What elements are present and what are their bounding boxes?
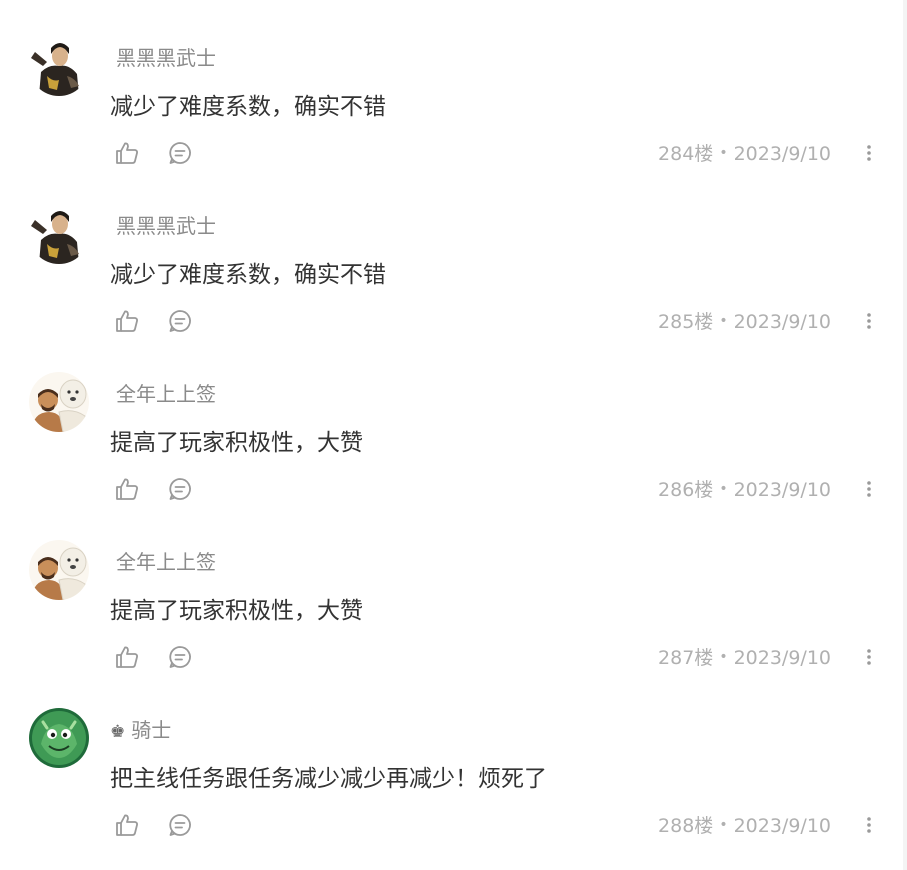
like-button[interactable] — [114, 476, 140, 502]
more-button[interactable] — [858, 309, 880, 335]
comment-meta: 284楼 • 2023/9/10 — [658, 141, 831, 169]
thumbs-up-icon — [116, 646, 138, 668]
comment-text: 提高了玩家积极性，大赞 — [110, 598, 363, 624]
comment-meta: 288楼 • 2023/9/10 — [658, 813, 831, 841]
username[interactable]: ♚ 骑士 — [110, 717, 171, 745]
separator-dot: • — [719, 313, 728, 329]
comment-icon — [169, 310, 191, 332]
more-button[interactable] — [858, 141, 880, 167]
reply-button[interactable] — [167, 308, 193, 334]
username-text: 骑士 — [131, 718, 172, 742]
comment-item: ♚ 骑士 把主线任务跟任务减少减少再减少！烦死了 288楼 • 2023/9/10 — [0, 672, 903, 840]
username[interactable]: 黑黑黑武士 — [110, 213, 216, 239]
like-button[interactable] — [114, 140, 140, 166]
comment-item: 全年上上签 提高了玩家积极性，大赞 286楼 • 2023/9/10 — [0, 336, 903, 504]
crown-icon: ♚ — [110, 722, 126, 742]
comment-icon — [169, 478, 191, 500]
like-button[interactable] — [114, 644, 140, 670]
comment-date: 2023/9/10 — [733, 479, 831, 501]
more-button[interactable] — [858, 813, 880, 839]
user-avatar[interactable] — [29, 708, 89, 768]
comment-item: 全年上上签 提高了玩家积极性，大赞 287楼 • 2023/9/10 — [0, 504, 903, 672]
user-avatar[interactable] — [29, 36, 89, 96]
comment-icon — [169, 814, 191, 836]
like-button[interactable] — [114, 812, 140, 838]
reply-button[interactable] — [167, 812, 193, 838]
more-vertical-icon — [867, 649, 871, 665]
floor-number: 286楼 — [658, 479, 714, 501]
comment-text: 把主线任务跟任务减少减少再减少！烦死了 — [110, 766, 547, 792]
reply-button[interactable] — [167, 644, 193, 670]
separator-dot: • — [719, 481, 728, 497]
more-vertical-icon — [867, 817, 871, 833]
thumbs-up-icon — [116, 814, 138, 836]
comment-text: 减少了难度系数，确实不错 — [110, 262, 386, 288]
comment-date: 2023/9/10 — [733, 143, 831, 165]
floor-number: 288楼 — [658, 815, 714, 837]
comment-icon — [169, 142, 191, 164]
username[interactable]: 全年上上签 — [110, 381, 216, 407]
thumbs-up-icon — [116, 310, 138, 332]
user-avatar[interactable] — [29, 540, 89, 600]
separator-dot: • — [719, 649, 728, 665]
separator-dot: • — [719, 817, 728, 833]
user-avatar[interactable] — [29, 372, 89, 432]
comment-text: 提高了玩家积极性，大赞 — [110, 430, 363, 456]
comment-text: 减少了难度系数，确实不错 — [110, 94, 386, 120]
comment-date: 2023/9/10 — [733, 311, 831, 333]
comment-meta: 285楼 • 2023/9/10 — [658, 309, 831, 337]
comment-meta: 287楼 • 2023/9/10 — [658, 645, 831, 673]
like-button[interactable] — [114, 308, 140, 334]
more-button[interactable] — [858, 477, 880, 503]
comment-item: 黑黑黑武士 减少了难度系数，确实不错 285楼 • 2023/9/10 — [0, 168, 903, 336]
username-text: 黑黑黑武士 — [116, 214, 216, 238]
username-text: 全年上上签 — [116, 550, 216, 574]
username[interactable]: 全年上上签 — [110, 549, 216, 575]
comment-item: 黑黑黑武士 减少了难度系数，确实不错 284楼 • 2023/9/10 — [0, 0, 903, 168]
floor-number: 285楼 — [658, 311, 714, 333]
thumbs-up-icon — [116, 478, 138, 500]
username[interactable]: 黑黑黑武士 — [110, 45, 216, 71]
floor-number: 287楼 — [658, 647, 714, 669]
comment-meta: 286楼 • 2023/9/10 — [658, 477, 831, 505]
reply-button[interactable] — [167, 140, 193, 166]
separator-dot: • — [719, 145, 728, 161]
more-vertical-icon — [867, 481, 871, 497]
user-avatar[interactable] — [29, 204, 89, 264]
thumbs-up-icon — [116, 142, 138, 164]
more-vertical-icon — [867, 313, 871, 329]
floor-number: 284楼 — [658, 143, 714, 165]
comment-icon — [169, 646, 191, 668]
comment-date: 2023/9/10 — [733, 815, 831, 837]
more-button[interactable] — [858, 645, 880, 671]
more-vertical-icon — [867, 145, 871, 161]
comment-date: 2023/9/10 — [733, 647, 831, 669]
reply-button[interactable] — [167, 476, 193, 502]
username-text: 黑黑黑武士 — [116, 46, 216, 70]
comment-list: 黑黑黑武士 减少了难度系数，确实不错 284楼 • 2023/9/10 黑黑黑武… — [0, 0, 903, 870]
username-text: 全年上上签 — [116, 382, 216, 406]
